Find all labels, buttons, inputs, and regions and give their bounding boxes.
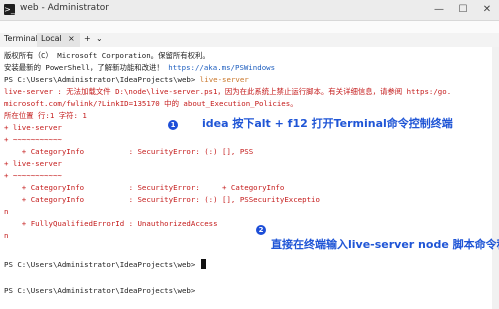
error-line: + live-server	[4, 159, 62, 168]
copyright-line: 版权所有（C） Microsoft Corporation。保留所有权利。	[4, 51, 210, 60]
error-line: microsoft.com/fwlink/?LinkID=135170 中的 a…	[4, 99, 298, 108]
tab-local-label: Local	[41, 34, 62, 43]
tab-local[interactable]: Local ×	[37, 33, 80, 47]
error-line: live-server : 无法加载文件 D:\node\live-server…	[4, 87, 452, 96]
error-line: + FullyQualifiedErrorId : UnauthorizedAc…	[4, 219, 218, 228]
prompt-line-2[interactable]: PS C:\Users\Administrator\IdeaProjects\w…	[4, 259, 206, 271]
minimize-button[interactable]: —	[427, 0, 451, 20]
error-line: 所在位置 行:1 字符: 1	[4, 111, 87, 120]
prompt-path: PS C:\Users\Administrator\IdeaProjects\w…	[4, 260, 196, 269]
prompt-line-1: PS C:\Users\Administrator\IdeaProjects\w…	[4, 74, 249, 86]
window-title: web - Administrator	[20, 3, 109, 13]
error-line: + ~~~~~~~~~~~	[4, 135, 62, 144]
step-badge-1: 1	[168, 120, 178, 130]
install-text: 安装最新的 PowerShell，了解新功能和改进！	[4, 63, 164, 72]
step-badge-2: 2	[256, 225, 266, 235]
close-window-button[interactable]: ✕	[475, 0, 499, 20]
title-bar: >_ web - Administrator — ☐ ✕	[0, 0, 499, 21]
install-line: 安装最新的 PowerShell，了解新功能和改进！ https://aka.m…	[4, 62, 275, 74]
tab-close-icon[interactable]: ×	[68, 34, 75, 43]
command-text: live-server	[195, 75, 249, 84]
install-link[interactable]: https://aka.ms/PSWindows	[168, 63, 275, 72]
error-line: + ~~~~~~~~~~~	[4, 171, 62, 180]
error-line: + CategoryInfo : SecurityError: + Catego…	[4, 183, 285, 192]
error-line: + live-server	[4, 123, 62, 132]
terminal-scrollbar[interactable]	[492, 47, 499, 309]
error-line: n	[4, 231, 9, 240]
text-cursor	[200, 259, 206, 269]
prompt-line-3: PS C:\Users\Administrator\IdeaProjects\w…	[4, 286, 196, 295]
terminal-tab-bar: Terminal: Local × + ⌄	[0, 33, 499, 48]
annotation-step-1: idea 按下alt + f12 打开Terminal命令控制终端	[202, 117, 453, 130]
add-tab-icon[interactable]: +	[84, 34, 91, 43]
tab-menu-icon[interactable]: ⌄	[96, 34, 103, 43]
maximize-button[interactable]: ☐	[451, 0, 475, 20]
terminal-output[interactable]: 版权所有（C） Microsoft Corporation。保留所有权利。 安装…	[0, 47, 499, 309]
error-line: n	[4, 207, 9, 216]
terminal-app-icon: >_	[4, 4, 15, 15]
prompt-path: PS C:\Users\Administrator\IdeaProjects\w…	[4, 75, 196, 84]
annotation-step-2: 直接在终端输入live-server node 脚本命令程序	[271, 238, 499, 251]
error-line: + CategoryInfo : SecurityError: (:) [], …	[4, 195, 320, 204]
error-line: + CategoryInfo : SecurityError: (:) [], …	[4, 147, 254, 156]
terminal-label: Terminal:	[4, 34, 41, 43]
ide-window: >_ web - Administrator — ☐ ✕ Terminal: L…	[0, 0, 499, 309]
